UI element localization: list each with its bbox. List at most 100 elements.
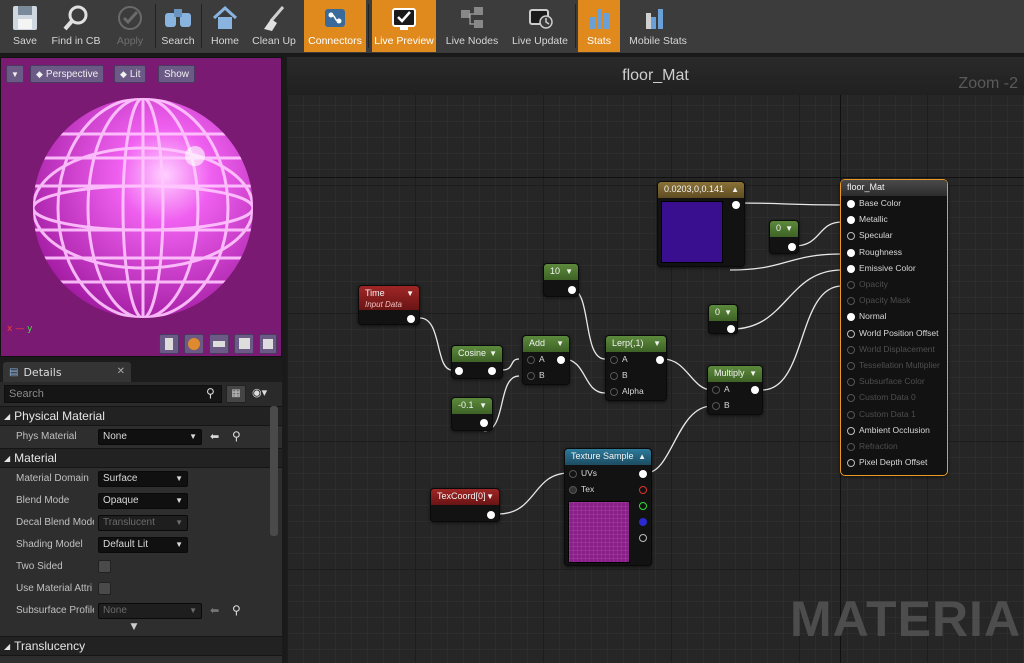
use-material-attributes-checkbox[interactable] [98, 582, 111, 595]
result-input-pin[interactable] [847, 297, 855, 306]
shading-model-dropdown[interactable]: Default Lit ▼ [98, 537, 188, 553]
node-lerp[interactable]: Lerp(,1) ▼ A B Alpha [605, 335, 667, 401]
collapse-icon[interactable]: ▲ [638, 449, 646, 464]
preview-custom-mesh-button[interactable] [259, 334, 277, 354]
output-pin[interactable] [727, 325, 735, 333]
collapse-icon[interactable]: ▼ [749, 366, 757, 381]
browse-search-icon[interactable]: ⚲ [232, 603, 241, 617]
use-selected-arrow-icon[interactable]: ⬅ [210, 430, 219, 443]
advanced-expand-row[interactable]: ▼ [0, 622, 282, 636]
collapse-icon[interactable]: ▼ [406, 286, 414, 301]
output-pin-rgb[interactable] [639, 470, 647, 478]
result-input-pin[interactable] [847, 329, 855, 338]
tab-details[interactable]: ▤ Details ✕ [3, 362, 131, 382]
input-pin-b[interactable] [712, 402, 720, 410]
input-pin[interactable] [455, 367, 463, 375]
preview-cylinder-button[interactable] [159, 334, 179, 354]
output-pin[interactable] [557, 356, 565, 364]
input-pin-a[interactable] [712, 386, 720, 394]
output-pin[interactable] [487, 511, 495, 519]
search-icon[interactable]: ⚲ [206, 386, 215, 400]
output-pin-r[interactable] [639, 486, 647, 494]
output-pin[interactable] [407, 315, 415, 323]
output-pin-g[interactable] [639, 502, 647, 510]
close-icon[interactable]: ✕ [117, 366, 125, 377]
result-input-pin[interactable] [847, 459, 855, 468]
output-pin[interactable] [488, 367, 496, 375]
output-pin[interactable] [732, 201, 740, 209]
viewport-options-button[interactable]: ▼ [6, 65, 24, 83]
result-input-pin[interactable] [847, 200, 855, 208]
material-graph-canvas[interactable]: floor_Mat Zoom -2 Time Input Data ▼ Cosi… [287, 57, 1024, 663]
search-button[interactable]: Search [158, 0, 198, 52]
node-vector-constant[interactable]: 0.0203,0,0.141 ▲ [657, 181, 745, 267]
node-constant-neg[interactable]: -0.1 ▼ [451, 397, 493, 431]
node-constant-10[interactable]: 10 ▼ [543, 263, 579, 297]
preview-viewport[interactable]: ▼ ◆ Perspective ◆ Lit Show x — y [0, 57, 282, 357]
node-time[interactable]: Time Input Data ▼ [358, 285, 420, 325]
input-pin-a[interactable] [527, 356, 535, 364]
blend-mode-dropdown[interactable]: Opaque ▼ [98, 493, 188, 509]
output-pin[interactable] [480, 419, 488, 427]
input-pin-uvs[interactable] [569, 470, 577, 478]
node-texcoord[interactable]: TexCoord[0] ▼ [430, 488, 500, 522]
mobile-stats-button[interactable]: Mobile Stats [624, 0, 692, 52]
output-pin-a[interactable] [639, 534, 647, 542]
input-pin-b[interactable] [527, 372, 535, 380]
input-pin-b[interactable] [610, 372, 618, 380]
output-pin-b[interactable] [639, 518, 647, 526]
two-sided-checkbox[interactable] [98, 560, 111, 573]
preview-sphere-button[interactable] [184, 334, 204, 354]
result-input-pin[interactable] [847, 443, 855, 451]
result-input-pin[interactable] [847, 378, 855, 387]
node-texture-sample[interactable]: Texture Sample ▲ UVs Tex [564, 448, 652, 566]
live-update-button[interactable]: Live Update [507, 0, 573, 52]
preview-cube-button[interactable] [234, 334, 254, 354]
preview-plane-button[interactable] [209, 334, 229, 354]
node-add[interactable]: Add ▼ A B [522, 335, 570, 385]
section-physical-material[interactable]: ◢ Physical Material [0, 406, 282, 426]
collapse-icon[interactable]: ▼ [785, 221, 793, 236]
live-preview-button[interactable]: Live Preview [372, 0, 436, 52]
show-button[interactable]: Show [158, 65, 196, 83]
node-material-result[interactable]: floor_Mat Base Color Metallic Specular Roug… [840, 179, 948, 476]
collapse-icon[interactable]: ▼ [565, 264, 573, 279]
output-pin[interactable] [568, 286, 576, 294]
collapse-icon[interactable]: ▼ [479, 398, 487, 413]
collapse-icon[interactable]: ▼ [556, 336, 564, 351]
perspective-button[interactable]: ◆ Perspective [30, 65, 105, 83]
phys-material-dropdown[interactable]: None ▼ [98, 429, 202, 445]
section-material[interactable]: ◢ Material [0, 448, 282, 468]
connectors-button[interactable]: Connectors [304, 0, 366, 52]
browse-search-icon[interactable]: ⚲ [232, 429, 241, 443]
find-in-cb-button[interactable]: Find in CB [48, 0, 104, 52]
details-scrollbar[interactable] [270, 406, 278, 536]
result-input-pin[interactable] [847, 248, 855, 257]
collapse-icon[interactable]: ▼ [653, 336, 661, 351]
use-selected-arrow-icon[interactable]: ⬅ [210, 604, 219, 617]
result-input-pin[interactable] [847, 216, 855, 225]
stats-button[interactable]: Stats [578, 0, 620, 52]
output-pin[interactable] [751, 386, 759, 394]
result-input-pin[interactable] [847, 410, 855, 419]
live-nodes-button[interactable]: Live Nodes [442, 0, 502, 52]
result-input-pin[interactable] [847, 394, 855, 403]
node-multiply[interactable]: Multiply ▼ A B [707, 365, 763, 415]
section-translucency[interactable]: ◢ Translucency [0, 636, 282, 656]
view-options-icon[interactable]: ▦ [226, 385, 246, 403]
node-constant-0-lower[interactable]: 0 ▼ [708, 304, 738, 334]
result-input-pin[interactable] [847, 345, 855, 354]
apply-button[interactable]: Apply [108, 0, 152, 52]
save-button[interactable]: Save [4, 0, 46, 52]
input-pin-alpha[interactable] [610, 388, 618, 396]
output-pin[interactable] [656, 356, 664, 364]
result-input-pin[interactable] [847, 281, 855, 289]
home-button[interactable]: Home [205, 0, 245, 52]
visibility-eye-icon[interactable]: ◉▾ [252, 386, 267, 399]
lit-button[interactable]: ◆ Lit [114, 65, 147, 83]
clean-up-button[interactable]: Clean Up [249, 0, 299, 52]
input-pin-a[interactable] [610, 356, 618, 364]
collapse-icon[interactable]: ▼ [486, 489, 494, 504]
details-search-input[interactable]: Search [4, 385, 222, 403]
result-input-pin[interactable] [847, 313, 855, 322]
